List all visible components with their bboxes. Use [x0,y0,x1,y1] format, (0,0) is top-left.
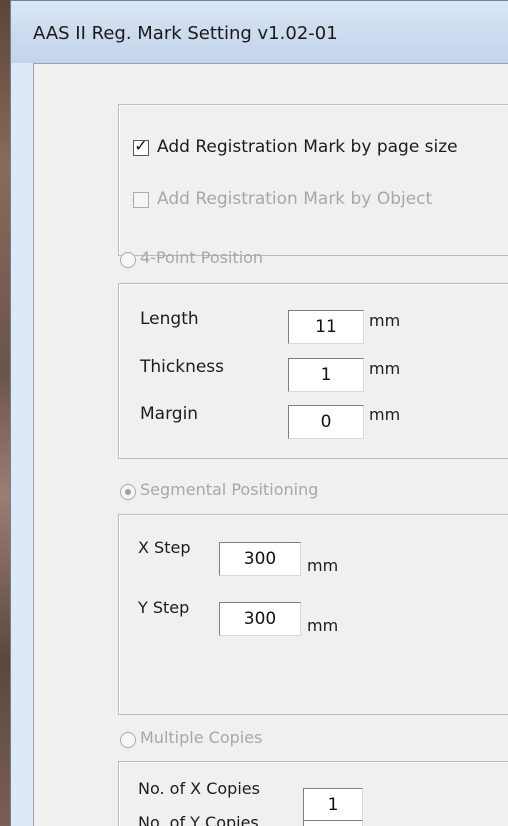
x-step-input[interactable]: 300 [219,542,301,576]
multiple-copies-radio[interactable] [120,732,136,748]
multiple-copies-radio-label[interactable]: Multiple Copies [140,728,262,747]
y-step-label: Y Step [138,598,190,617]
x-step-label: X Step [138,538,191,557]
y-copies-input[interactable]: 1 [303,820,363,826]
length-unit: mm [369,311,401,330]
y-step-unit: mm [307,616,339,635]
four-point-radio-label[interactable]: 4-Point Position [140,248,263,267]
margin-unit: mm [369,405,401,424]
thickness-label: Thickness [140,357,225,377]
x-copies-label: No. of X Copies [138,779,260,798]
x-copies-input[interactable]: 1 [303,788,363,822]
segmental-radio-label[interactable]: Segmental Positioning [140,480,318,499]
registration-group [118,104,508,256]
object-checkbox-label[interactable]: Add Registration Mark by Object [157,189,432,209]
y-copies-label: No. of Y Copies [138,813,259,826]
page-size-checkbox-label[interactable]: Add Registration Mark by page size [157,137,458,157]
dialog-window: AAS II Reg. Mark Setting v1.02-01 ✓ Add … [10,0,508,826]
segmental-radio[interactable] [120,484,136,500]
length-input[interactable]: 11 [288,310,364,344]
object-checkbox[interactable] [133,192,149,208]
margin-label: Margin [140,404,199,424]
radio-dot-icon [125,489,131,495]
margin-input[interactable]: 0 [288,405,364,439]
title-bar[interactable]: AAS II Reg. Mark Setting v1.02-01 [11,1,508,63]
thickness-unit: mm [369,359,401,378]
four-point-radio[interactable] [120,252,136,268]
length-label: Length [140,309,199,329]
checkmark-icon: ✓ [134,136,148,155]
x-step-unit: mm [307,556,339,575]
window-title: AAS II Reg. Mark Setting v1.02-01 [33,23,338,44]
y-step-input[interactable]: 300 [219,602,301,636]
dialog-client-area: ✓ Add Registration Mark by page size Add… [33,63,508,826]
page-size-checkbox[interactable]: ✓ [133,136,149,156]
screen: AAS II Reg. Mark Setting v1.02-01 ✓ Add … [0,0,508,826]
thickness-input[interactable]: 1 [288,358,364,392]
